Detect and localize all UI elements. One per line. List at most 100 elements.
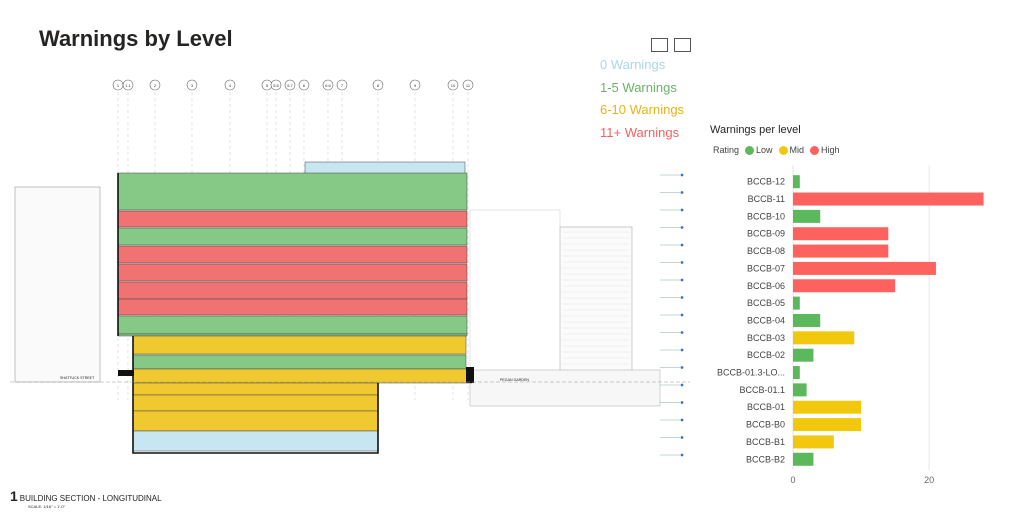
section-band-BCCB-B0 xyxy=(132,394,379,412)
slab-edge xyxy=(118,370,134,376)
category-label: BCCB-01.1 xyxy=(739,385,785,395)
section-band-BCCB-05 xyxy=(117,315,468,335)
legend-high-label: High xyxy=(821,145,840,155)
section-band-BCCB-09 xyxy=(117,245,468,264)
building-section-drawing: 1 1.1 2 3 4 5 5.6 5.7 6 6.6 7 8 9 10 11SHATTUCK STREET… xyxy=(10,79,690,457)
section-band-BCCB-04 xyxy=(117,333,468,337)
legend-low-label: Low xyxy=(756,145,773,155)
level-marker-dot xyxy=(680,436,684,439)
bar-BCCB-B2[interactable] xyxy=(793,452,814,466)
image-icon[interactable] xyxy=(651,38,668,52)
x-tick-label: 0 xyxy=(790,475,795,485)
page-title: Warnings by Level xyxy=(39,26,233,51)
level-marker-dot xyxy=(680,313,684,317)
category-label: BCCB-05 xyxy=(747,298,785,308)
section-band-BCCB-03 xyxy=(132,335,467,355)
section-number: 1 xyxy=(10,488,18,504)
legend-high-dot xyxy=(810,145,820,155)
section-band-BCCB-11 xyxy=(117,210,468,228)
garden-label: PEGAN GARDEN xyxy=(500,378,529,382)
level-marker-dot xyxy=(680,418,684,422)
chart-title: Warnings per level xyxy=(710,124,801,136)
section-band-BCCB-12 xyxy=(117,172,468,211)
bar-BCCB-10[interactable] xyxy=(793,209,821,223)
section-band-BCCB-02 xyxy=(132,354,467,370)
street-label: SHATTUCK STREET xyxy=(60,376,95,380)
category-label: BCCB-10 xyxy=(747,211,785,221)
level-marker-dot xyxy=(680,208,684,212)
level-marker-dot xyxy=(680,366,684,369)
level-marker-dot xyxy=(680,243,684,247)
legend-mid-label: Mid xyxy=(789,145,805,155)
section-band-BCCB-10 xyxy=(117,227,468,246)
category-label: BCCB-11 xyxy=(748,194,785,204)
bar-BCCB-05[interactable] xyxy=(793,296,800,310)
category-label: BCCB-03 xyxy=(747,333,785,343)
category-label: BCCB-02 xyxy=(747,350,785,360)
slab-edge xyxy=(466,367,474,383)
level-marker-dot xyxy=(680,296,684,299)
bar-BCCB-04[interactable] xyxy=(793,313,821,327)
category-label: BCCB-12 xyxy=(747,177,785,187)
category-label: BCCB-B0 xyxy=(746,420,785,430)
category-label: BCCB-B2 xyxy=(746,454,785,464)
category-label: BCCB-B1 xyxy=(746,437,785,447)
category-label: BCCB-07 xyxy=(747,263,785,273)
grid-label: 5.7 xyxy=(287,83,293,88)
bar-BCCB-B0[interactable] xyxy=(793,418,862,432)
category-label: BCCB-09 xyxy=(747,229,785,239)
level-marker-dot xyxy=(680,348,684,352)
grid-label: 1.1 xyxy=(125,83,131,88)
x-tick-label: 20 xyxy=(924,475,934,485)
legend-low[interactable]: Low xyxy=(745,145,773,155)
level-marker-dot xyxy=(680,453,684,457)
section-caption: 1 BUILDING SECTION - LONGITUDINAL SCALE: … xyxy=(10,488,162,509)
level-marker-dot xyxy=(680,331,684,334)
bar-BCCB-06[interactable] xyxy=(793,279,896,293)
bar-BCCB-02[interactable] xyxy=(793,348,814,362)
section-band-BCCB-08 xyxy=(117,263,468,282)
legend-mid[interactable]: Mid xyxy=(778,145,805,155)
gallery-icon[interactable] xyxy=(674,38,691,52)
legend-low-dot xyxy=(745,145,755,155)
category-label: BCCB-04 xyxy=(747,315,785,325)
bar-BCCB-03[interactable] xyxy=(793,331,855,345)
chart-legend: Rating Low Mid High xyxy=(713,145,840,155)
level-marker-dot xyxy=(680,261,684,264)
bar-BCCB-B1[interactable] xyxy=(793,435,834,449)
level-marker-dot xyxy=(680,278,684,282)
category-label: BCCB-01.3-LO... xyxy=(717,368,785,378)
level-marker-dot xyxy=(680,401,684,404)
category-label: BCCB-08 xyxy=(747,246,785,256)
section-band-BCCB-01.1 xyxy=(132,368,473,384)
legend-mid-dot xyxy=(778,145,788,155)
bar-BCCB-11[interactable] xyxy=(793,192,984,206)
legend-high[interactable]: High xyxy=(810,145,840,155)
section-title: BUILDING SECTION - LONGITUDINAL xyxy=(19,494,162,503)
category-label: BCCB-06 xyxy=(747,281,785,291)
bar-BCCB-01.3-LO...[interactable] xyxy=(793,366,800,380)
section-band-BCCB-06 xyxy=(117,298,468,316)
grid-label: 5.6 xyxy=(273,83,279,88)
grid-label: 6.6 xyxy=(325,83,331,88)
level-marker-dot xyxy=(680,383,684,387)
level-marker-dot xyxy=(680,191,684,194)
section-band-BCCB-B1 xyxy=(132,410,379,432)
level-marker-dot xyxy=(680,226,684,229)
legend-title: Rating xyxy=(713,145,740,155)
grid-label: 10 xyxy=(451,83,456,88)
bar-BCCB-01[interactable] xyxy=(793,400,862,414)
section-band-BCCB-01 xyxy=(132,382,379,396)
section-band-BCCB-07 xyxy=(117,281,468,300)
section-scale: SCALE: 1/16" = 1'-0" xyxy=(28,504,66,509)
warnings-bar-chart: 0 20 BCCB-12 BCCB-11 BCCB-10 BCCB-09 BCCB-08 BC… xyxy=(717,165,984,485)
bar-BCCB-01.1[interactable] xyxy=(793,383,807,397)
level-marker-dot xyxy=(680,173,684,177)
category-label: BCCB-01 xyxy=(747,402,785,412)
bar-BCCB-12[interactable] xyxy=(793,175,800,189)
bar-BCCB-09[interactable] xyxy=(793,227,889,241)
adjacent-structure xyxy=(469,209,561,381)
bar-BCCB-07[interactable] xyxy=(793,261,936,275)
bar-BCCB-08[interactable] xyxy=(793,244,889,258)
adjacent-building xyxy=(14,186,101,383)
